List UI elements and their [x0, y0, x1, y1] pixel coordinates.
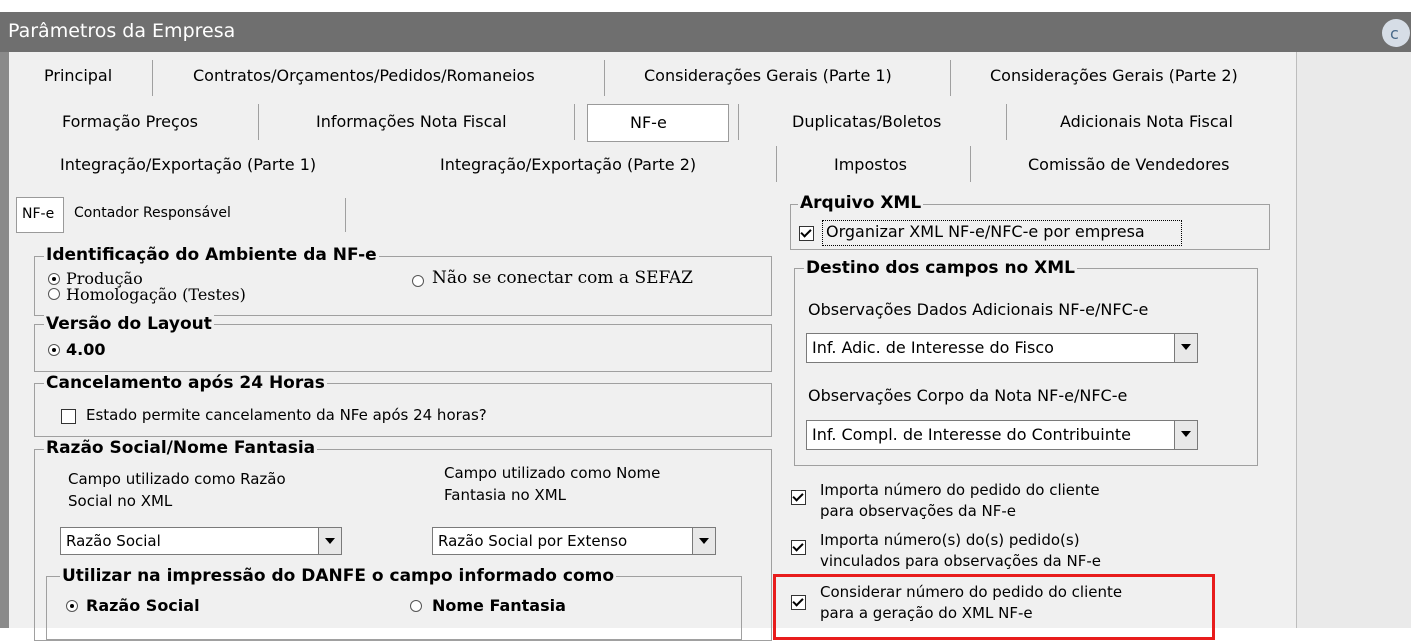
window-left-border [0, 52, 9, 628]
tab-separator [574, 104, 575, 140]
danfe-razao-radio[interactable] [66, 600, 78, 612]
tab-integracao-2[interactable]: Integração/Exportação (Parte 2) [440, 155, 696, 174]
danfe-razao-label: Razão Social [86, 596, 200, 615]
tab-separator [258, 104, 259, 140]
highlight-box [773, 574, 1215, 640]
layout-title: Versão do Layout [44, 314, 214, 334]
chevron-down-icon[interactable] [318, 528, 341, 554]
tab-separator [152, 60, 153, 96]
chevron-down-icon[interactable] [1174, 421, 1197, 449]
tab-consideracoes-1[interactable]: Considerações Gerais (Parte 1) [644, 66, 892, 85]
tab-formacao-precos[interactable]: Formação Preços [62, 112, 198, 131]
organizar-xml-checkbox[interactable] [799, 226, 814, 241]
cancelamento-label: Estado permite cancelamento da NFe após … [86, 406, 487, 424]
tab-integracao-1[interactable]: Integração/Exportação (Parte 1) [60, 155, 316, 174]
cancelamento-checkbox[interactable] [61, 409, 76, 424]
svg-text:c: c [1390, 24, 1399, 43]
destino-title: Destino dos campos no XML [804, 258, 1078, 278]
subtab-nfe[interactable]: NF-e [22, 206, 54, 222]
tab-nfe[interactable]: NF-e [630, 113, 667, 132]
tab-principal[interactable]: Principal [44, 66, 112, 85]
obs-adic-value: Inf. Adic. de Interesse do Fisco [812, 338, 1054, 357]
obs-adic-label: Observações Dados Adicionais NF-e/NFC-e [808, 300, 1149, 319]
tab-impostos[interactable]: Impostos [834, 155, 907, 174]
window-title: Parâmetros da Empresa [8, 20, 236, 42]
obs-corpo-select[interactable]: Inf. Compl. de Interesse do Contribuinte [806, 420, 1198, 450]
nao-conectar-radio[interactable] [412, 275, 424, 287]
danfe-title: Utilizar na impressão do DANFE o campo i… [60, 566, 617, 586]
tab-separator [950, 60, 951, 96]
tab-separator [776, 146, 777, 182]
layout-400-label: 4.00 [66, 340, 106, 359]
arquivo-xml-title: Arquivo XML [798, 193, 924, 213]
danfe-fantasia-label: Nome Fantasia [432, 596, 566, 615]
obs-adic-select[interactable]: Inf. Adic. de Interesse do Fisco [806, 333, 1198, 363]
importa-vinculados-label: Importa número(s) do(s) pedido(s) vincul… [820, 530, 1101, 572]
app-corner-icon[interactable]: c [1370, 16, 1411, 50]
tab-separator [970, 146, 971, 182]
campo-razao-select[interactable]: Razão Social [60, 527, 342, 555]
razao-title: Razão Social/Nome Fantasia [44, 438, 318, 458]
homologacao-radio[interactable] [48, 288, 60, 300]
homologacao-label: Homologação (Testes) [66, 285, 246, 304]
organizar-xml-label: Organizar XML NF-e/NFC-e por empresa [826, 222, 1145, 241]
layout-400-radio[interactable] [48, 344, 60, 356]
nao-conectar-label: Não se conectar com a SEFAZ [432, 268, 693, 288]
campo-razao-label: Campo utilizado como Razão Social no XML [68, 470, 286, 510]
obs-corpo-label: Observações Corpo da Nota NF-e/NFC-e [808, 386, 1128, 405]
tab-adicionais-nota-fiscal[interactable]: Adicionais Nota Fiscal [1060, 112, 1233, 131]
importa-pedido-checkbox[interactable] [791, 490, 806, 505]
right-pane [1296, 52, 1411, 628]
tab-duplicatas-boletos[interactable]: Duplicatas/Boletos [792, 112, 941, 131]
ambiente-title: Identificação do Ambiente da NF-e [44, 245, 379, 265]
campo-fantasia-value: Razão Social por Extenso [438, 532, 628, 550]
tab-separator [1006, 104, 1007, 140]
tab-contratos[interactable]: Contratos/Orçamentos/Pedidos/Romaneios [193, 66, 535, 85]
danfe-fantasia-radio[interactable] [410, 600, 422, 612]
importa-pedido-line1: Importa número do pedido do cliente [820, 481, 1100, 499]
importa-vinculados-line2: vinculados para observações da NF-e [820, 552, 1101, 570]
chevron-down-icon[interactable] [692, 528, 715, 554]
campo-razao-value: Razão Social [66, 532, 161, 550]
tab-consideracoes-2[interactable]: Considerações Gerais (Parte 2) [990, 66, 1238, 85]
obs-corpo-value: Inf. Compl. de Interesse do Contribuinte [812, 425, 1131, 444]
importa-pedido-label: Importa número do pedido do cliente para… [820, 480, 1100, 522]
chevron-down-icon[interactable] [1174, 334, 1197, 362]
importa-vinculados-checkbox[interactable] [791, 540, 806, 555]
tab-separator [738, 104, 739, 140]
cancelamento-title: Cancelamento após 24 Horas [44, 373, 327, 393]
importa-vinculados-line1: Importa número(s) do(s) pedido(s) [820, 531, 1080, 549]
tab-informacoes-nota-fiscal[interactable]: Informações Nota Fiscal [316, 112, 507, 131]
importa-pedido-line2: para observações da NF-e [820, 502, 1017, 520]
subtab-contador-responsavel[interactable]: Contador Responsável [74, 205, 231, 221]
producao-radio[interactable] [48, 273, 60, 285]
tab-comissao-vendedores[interactable]: Comissão de Vendedores [1028, 155, 1229, 174]
tab-separator [604, 60, 605, 96]
subtab-separator [345, 198, 346, 232]
campo-fantasia-label: Campo utilizado como Nome Fantasia no XM… [444, 464, 661, 504]
campo-fantasia-select[interactable]: Razão Social por Extenso [432, 527, 716, 555]
